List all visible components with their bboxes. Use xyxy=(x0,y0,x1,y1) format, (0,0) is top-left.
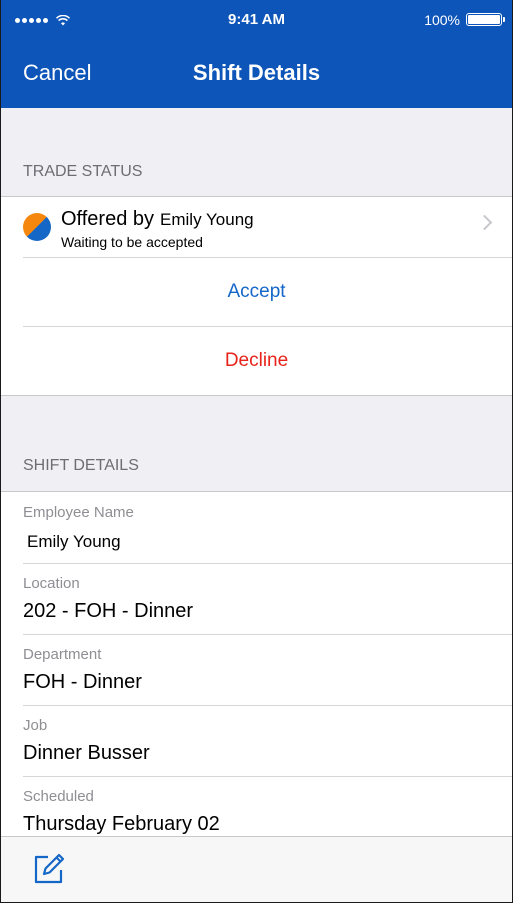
bottom-toolbar xyxy=(1,836,512,902)
battery-icon xyxy=(466,13,505,26)
detail-label: Location xyxy=(23,575,80,592)
status-bar: 9:41 AM 100% xyxy=(1,0,512,40)
trade-status-header: TRADE STATUS xyxy=(23,163,143,180)
detail-value: 202 - FOH - Dinner xyxy=(23,600,194,622)
detail-value: Emily Young xyxy=(27,532,121,551)
detail-label: Department xyxy=(23,646,102,663)
detail-value: Dinner Busser xyxy=(23,742,150,764)
offered-by-line: Offered by Emily Young xyxy=(61,208,254,231)
shift-details-group: Employee Name Emily Young Location 202 -… xyxy=(1,491,512,847)
detail-label: Employee Name xyxy=(23,504,134,521)
navigation-bar: Cancel Shift Details xyxy=(1,40,512,108)
shift-details-header: SHIFT DETAILS xyxy=(23,457,139,474)
chevron-right-icon xyxy=(476,214,493,231)
detail-value: FOH - Dinner xyxy=(23,671,142,693)
cancel-button[interactable]: Cancel xyxy=(23,60,91,86)
pie-status-icon xyxy=(23,213,51,241)
offered-by-label: Offered by xyxy=(61,208,155,230)
battery-percent: 100% xyxy=(424,12,460,28)
battery-fill xyxy=(468,15,500,24)
app-screen: 9:41 AM 100% Cancel Shift Details TRADE … xyxy=(0,0,513,903)
trade-status-row[interactable]: Offered by Emily Young Waiting to be acce… xyxy=(1,197,512,257)
trade-status-group: Offered by Emily Young Waiting to be acce… xyxy=(1,196,512,396)
edit-icon[interactable] xyxy=(31,851,67,887)
detail-value: Thursday February 02 xyxy=(23,813,220,835)
detail-row-employee-name: Employee Name Emily Young xyxy=(1,492,512,563)
detail-row-location: Location 202 - FOH - Dinner xyxy=(1,563,512,634)
accept-button[interactable]: Accept xyxy=(1,257,512,326)
offered-by-name: Emily Young xyxy=(160,210,254,229)
detail-row-department: Department FOH - Dinner xyxy=(1,634,512,705)
decline-button[interactable]: Decline xyxy=(1,326,512,395)
detail-label: Scheduled xyxy=(23,788,94,805)
detail-row-job: Job Dinner Busser xyxy=(1,705,512,776)
trade-status-text: Waiting to be accepted xyxy=(61,234,203,250)
detail-label: Job xyxy=(23,717,48,734)
